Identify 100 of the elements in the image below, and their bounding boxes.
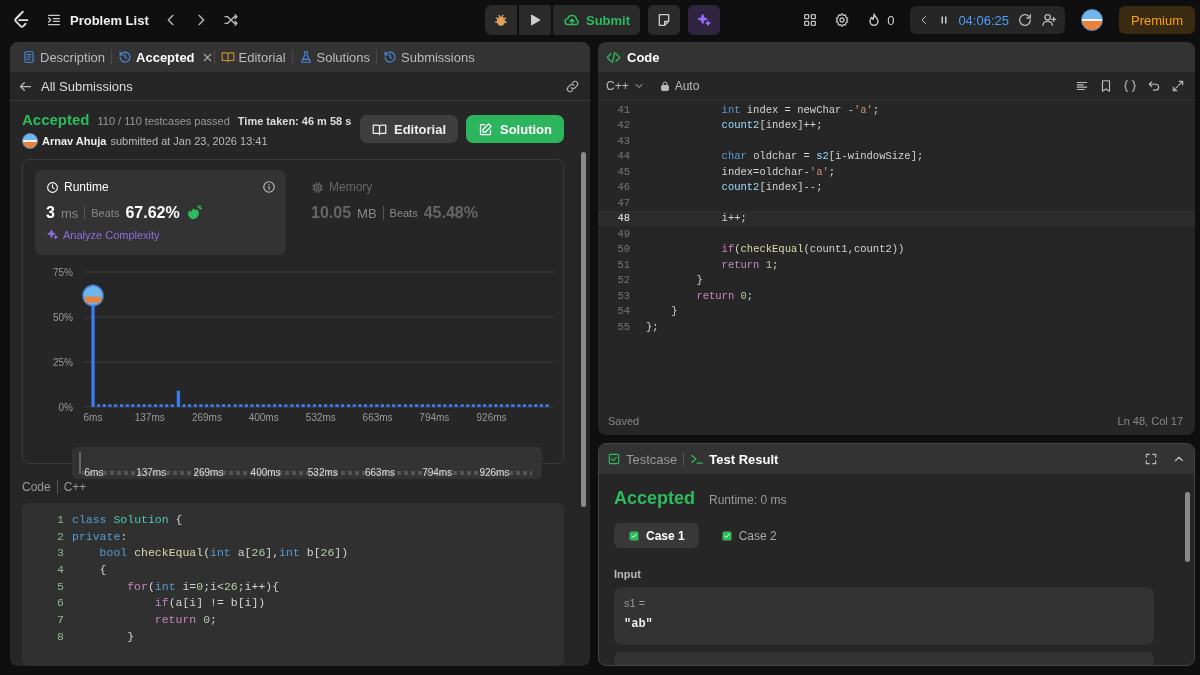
chart-bar[interactable] (239, 404, 243, 407)
chart-bar[interactable] (125, 404, 129, 407)
chart-bar[interactable] (358, 404, 362, 407)
chart-bar[interactable] (431, 404, 436, 407)
chart-bar[interactable] (335, 404, 339, 407)
author-name[interactable]: Arnav Ahuja (42, 135, 107, 147)
chart-bar[interactable] (488, 404, 492, 407)
chart-bar[interactable] (97, 404, 101, 407)
metric-card[interactable]: Memory 10.05 MB Beats 45.48% (300, 170, 551, 255)
chart-bar[interactable] (153, 404, 158, 407)
chart-bar[interactable] (528, 404, 532, 407)
chart-bar[interactable] (182, 404, 186, 407)
chart-bar[interactable] (392, 404, 396, 407)
chart-bar[interactable] (227, 404, 231, 407)
chart-bar[interactable] (233, 404, 237, 407)
chart-bar[interactable] (347, 404, 351, 407)
chart-bar[interactable] (517, 404, 521, 407)
chart-bar[interactable] (505, 404, 509, 407)
chart-bar[interactable] (477, 404, 481, 407)
chart-bar[interactable] (380, 404, 385, 407)
chart-bar[interactable] (340, 404, 345, 407)
chart-bar[interactable] (284, 404, 288, 407)
chart-bar[interactable] (454, 404, 458, 407)
tab[interactable]: Solutions (292, 42, 376, 72)
tab[interactable]: Submissions (377, 42, 481, 72)
chart-bar[interactable] (420, 404, 424, 407)
editorial-button[interactable]: Editorial (360, 115, 458, 143)
run-button[interactable] (518, 5, 551, 35)
chart-bar[interactable] (102, 404, 106, 407)
chart-bar[interactable] (460, 404, 464, 407)
fullscreen-icon[interactable] (1144, 452, 1158, 466)
chart-bar[interactable] (324, 404, 328, 407)
reset-icon[interactable] (1147, 78, 1161, 93)
chart-bar[interactable] (267, 404, 271, 407)
chart-bar[interactable] (426, 404, 430, 407)
tab[interactable]: Accepted (112, 42, 201, 72)
chart-bar[interactable] (170, 404, 174, 407)
tab[interactable]: Editorial (214, 42, 292, 72)
debug-button[interactable] (484, 5, 517, 35)
chart-bar[interactable] (136, 404, 141, 407)
chart-bar[interactable] (188, 404, 192, 407)
tab[interactable]: Testcase (607, 451, 678, 467)
chart-bar[interactable] (375, 404, 379, 407)
chart-bar[interactable] (437, 404, 441, 407)
chart-bar[interactable] (272, 404, 277, 407)
chart-bar[interactable] (120, 404, 124, 407)
chart-bar[interactable] (494, 404, 498, 407)
chart-bar[interactable] (397, 404, 401, 407)
grid-icon[interactable] (802, 12, 819, 28)
chart-bar[interactable] (466, 404, 470, 407)
chart-bar[interactable] (534, 404, 538, 407)
ai-button[interactable] (688, 5, 721, 35)
chart-bar[interactable] (199, 404, 203, 407)
chart-bar[interactable] (318, 404, 322, 407)
bookmark-icon[interactable] (1099, 78, 1113, 93)
mode-label[interactable]: Auto (658, 78, 700, 93)
chart-bar[interactable] (522, 404, 527, 407)
braces-icon[interactable] (1123, 78, 1137, 93)
chart-bar[interactable] (113, 404, 118, 407)
chart-bar[interactable] (545, 404, 549, 407)
chart-bar[interactable] (210, 404, 214, 407)
chart-bar[interactable] (221, 404, 226, 407)
tab[interactable]: Description (16, 42, 112, 72)
premium-button[interactable]: Premium (1119, 6, 1195, 34)
case-tab[interactable]: Case 2 (706, 523, 791, 548)
chart-bar[interactable] (290, 404, 294, 407)
link-icon[interactable] (565, 78, 580, 94)
chart-bar[interactable] (386, 404, 390, 407)
tab[interactable]: Test Result (690, 451, 779, 467)
slider-handle[interactable] (79, 452, 81, 474)
chart-bar[interactable] (499, 404, 504, 407)
chart-bar[interactable] (307, 404, 311, 407)
chart-bar[interactable] (216, 404, 220, 407)
chart-bar[interactable] (165, 404, 169, 407)
chart-bar[interactable] (193, 404, 197, 407)
expand-icon[interactable] (1171, 78, 1185, 93)
chart-bar[interactable] (363, 404, 368, 407)
metric-card[interactable]: Runtime 3 ms Beats 67.62% Analyze Complexity (35, 170, 286, 255)
chart-bar[interactable] (295, 404, 300, 407)
language-dropdown[interactable]: C++ (606, 78, 645, 93)
chart-bar[interactable] (312, 404, 317, 407)
chart-bar[interactable] (483, 404, 487, 407)
reset-icon[interactable] (1017, 12, 1033, 28)
chart-overview[interactable]: 6ms 137ms 269ms 400ms 532ms 663ms 794ms 926ms (72, 447, 542, 479)
chart-bar[interactable] (471, 404, 476, 407)
chart-bar[interactable] (415, 404, 419, 407)
chart-bar[interactable] (244, 404, 249, 407)
add-user-icon[interactable] (1041, 12, 1057, 28)
chart-bar[interactable] (261, 404, 265, 407)
chart-bar[interactable] (301, 404, 305, 407)
chart-bar[interactable] (204, 404, 209, 407)
problem-list-link[interactable]: Problem List (46, 12, 149, 28)
chart-bar[interactable] (159, 404, 163, 407)
submit-button[interactable]: Submit (552, 5, 641, 35)
chart-bar[interactable] (511, 404, 515, 407)
chart-bar[interactable] (448, 404, 453, 407)
chart-bar[interactable] (403, 404, 408, 407)
chart-bar[interactable] (256, 404, 260, 407)
settings-icon[interactable] (834, 12, 851, 28)
chart-bar[interactable] (369, 404, 373, 407)
